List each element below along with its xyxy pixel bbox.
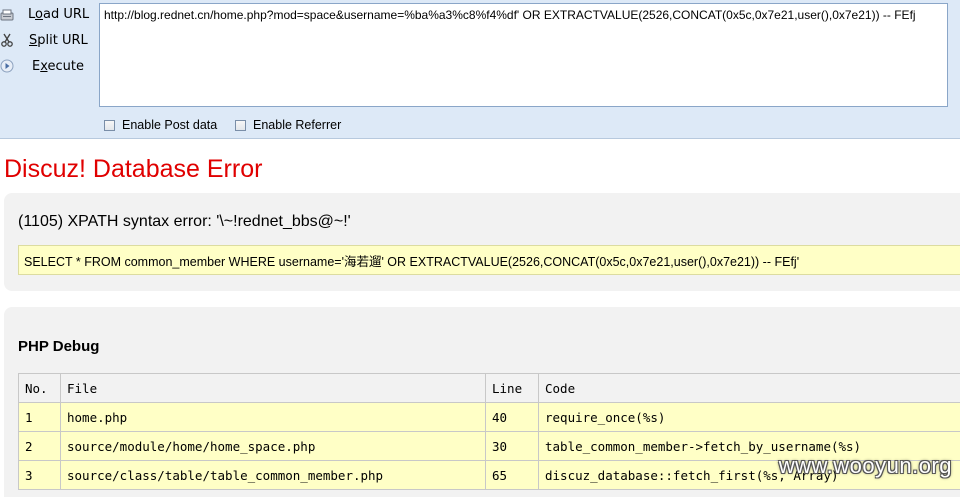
load-url-button[interactable]: Load URL [0, 4, 90, 26]
cell-line: 30 [486, 432, 539, 461]
enable-post-data-checkbox[interactable]: Enable Post data [104, 117, 217, 133]
cell-no: 2 [19, 432, 61, 461]
url-textarea[interactable]: http://blog.rednet.cn/home.php?mod=space… [99, 3, 948, 107]
checkbox-box[interactable] [235, 120, 246, 131]
checkbox-box[interactable] [104, 120, 115, 131]
cell-file: source/module/home/home_space.php [61, 432, 486, 461]
sql-query-box: SELECT * FROM common_member WHERE userna… [18, 245, 960, 275]
cell-code: require_once(%s) [539, 403, 960, 432]
execute-button[interactable]: Execute [0, 56, 90, 78]
cell-no: 3 [19, 461, 61, 490]
page-content: Discuz! Database Error (1105) XPATH synt… [0, 139, 960, 491]
hackbar-toolbar: Load URL Split URL Execute http://blog.r… [0, 0, 960, 139]
column-header-line: Line [486, 374, 539, 403]
cell-line: 40 [486, 403, 539, 432]
enable-referrer-label: Enable Referrer [253, 118, 341, 132]
column-header-code: Code [539, 374, 960, 403]
table-header-row: No. File Line Code [19, 374, 960, 403]
scissors-icon [0, 33, 14, 47]
error-panel: (1105) XPATH syntax error: '\~!rednet_bb… [4, 193, 960, 291]
play-icon [0, 59, 14, 73]
cell-file: source/class/table/table_common_member.p… [61, 461, 486, 490]
column-header-no: No. [19, 374, 61, 403]
page-title: Discuz! Database Error [4, 155, 262, 184]
enable-post-data-label: Enable Post data [122, 118, 217, 132]
cell-file: home.php [61, 403, 486, 432]
debug-title: PHP Debug [18, 338, 99, 355]
watermark: www.wooyun.org [779, 453, 952, 479]
column-header-file: File [61, 374, 486, 403]
cell-line: 65 [486, 461, 539, 490]
split-url-button[interactable]: Split URL [0, 30, 90, 52]
cell-no: 1 [19, 403, 61, 432]
sql-query-text: SELECT * FROM common_member WHERE userna… [24, 251, 799, 270]
error-message: (1105) XPATH syntax error: '\~!rednet_bb… [18, 213, 351, 231]
load-url-icon [0, 8, 14, 22]
table-row: 1 home.php 40 require_once(%s) [19, 403, 960, 432]
enable-referrer-checkbox[interactable]: Enable Referrer [235, 117, 341, 133]
